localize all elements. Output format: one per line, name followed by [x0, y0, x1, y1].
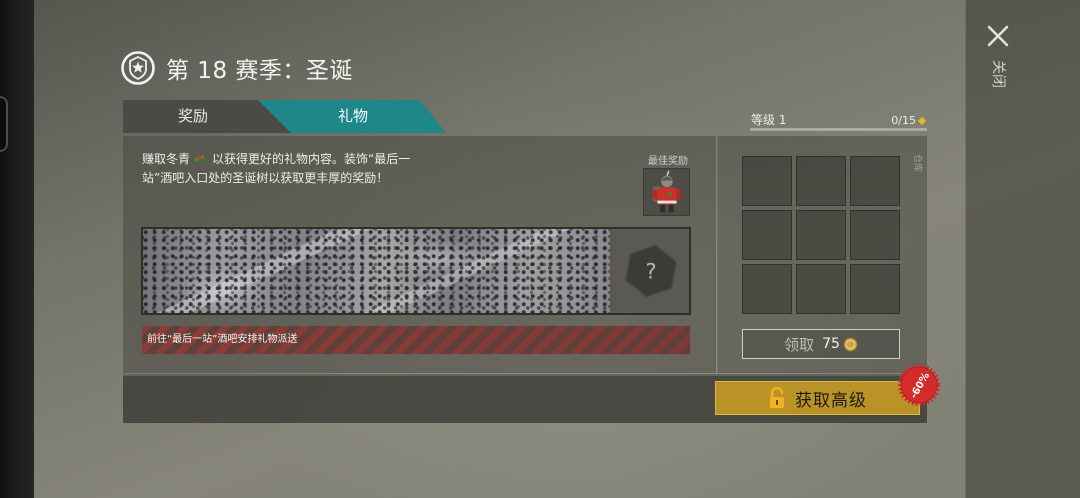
description-line-1: 赚取冬青 以获得更好的礼物内容。装饰“最后一	[142, 150, 442, 169]
best-reward-item[interactable]	[643, 168, 690, 216]
storage-slot	[742, 264, 792, 314]
page-title: 第 18 赛季：圣诞	[166, 58, 353, 84]
get-premium-label: 获取高级	[795, 390, 867, 411]
tab-rewards-label: 奖励	[178, 107, 209, 125]
description-text-b: 以获得更好的礼物内容。装饰“最后一	[212, 152, 411, 166]
season-badge-icon	[121, 51, 155, 85]
close-icon	[987, 25, 1009, 47]
storage-slot	[796, 264, 846, 314]
description-line-2: 站”酒吧入口处的圣诞树以获取更丰厚的奖励！	[142, 171, 389, 185]
claim-cost: 75	[822, 336, 840, 352]
tab-gifts-label: 礼物	[338, 107, 369, 125]
delivery-notice: 前往“最后一站”酒吧安排礼物派送	[147, 334, 298, 345]
delivery-map: ?	[141, 227, 691, 315]
holly-icon	[193, 155, 209, 162]
level-progress-text: 0/15	[891, 114, 916, 127]
mystery-symbol: ?	[645, 260, 656, 285]
screen-edge	[0, 0, 34, 498]
mystery-gift: ?	[612, 229, 689, 313]
level-progress-bar	[750, 128, 927, 131]
season-header: 第 18 赛季：圣诞	[120, 48, 353, 88]
claim-label: 领取	[784, 335, 815, 354]
storage-slot	[742, 156, 792, 206]
hexagon-question-icon: ?	[624, 244, 677, 298]
coin-icon	[843, 336, 858, 352]
storage-label: 仓库	[912, 154, 922, 173]
delivery-notice-bar: 前往“最后一站”酒吧安排礼物派送	[142, 326, 690, 354]
storage-slot	[850, 264, 900, 314]
gift-description: 赚取冬青 以获得更好的礼物内容。装饰“最后一 站”酒吧入口处的圣诞树以获取更丰厚…	[142, 150, 442, 188]
claim-button[interactable]: 领取 75	[742, 329, 900, 359]
storage-slot	[850, 156, 900, 206]
close-button[interactable]: 关闭	[980, 22, 1016, 102]
storage-slot	[796, 156, 846, 206]
description-text-a: 赚取冬青	[142, 152, 191, 166]
map-image	[143, 229, 610, 313]
level-label: 等级 1	[751, 113, 787, 127]
tab-gifts[interactable]: 礼物	[258, 100, 446, 133]
storage-slot	[850, 210, 900, 260]
best-reward-label: 最佳奖励	[648, 156, 688, 167]
storage-slot	[796, 210, 846, 260]
best-reward-figure	[644, 169, 689, 215]
edge-handle	[0, 96, 8, 152]
discount-badge-shape: -60%	[898, 364, 940, 406]
get-premium-button[interactable]: 获取高级	[715, 381, 920, 415]
storage-slot	[742, 210, 792, 260]
close-label: 关闭	[990, 60, 1006, 88]
discount-badge: -60%	[898, 364, 940, 406]
unlock-icon	[770, 387, 784, 408]
